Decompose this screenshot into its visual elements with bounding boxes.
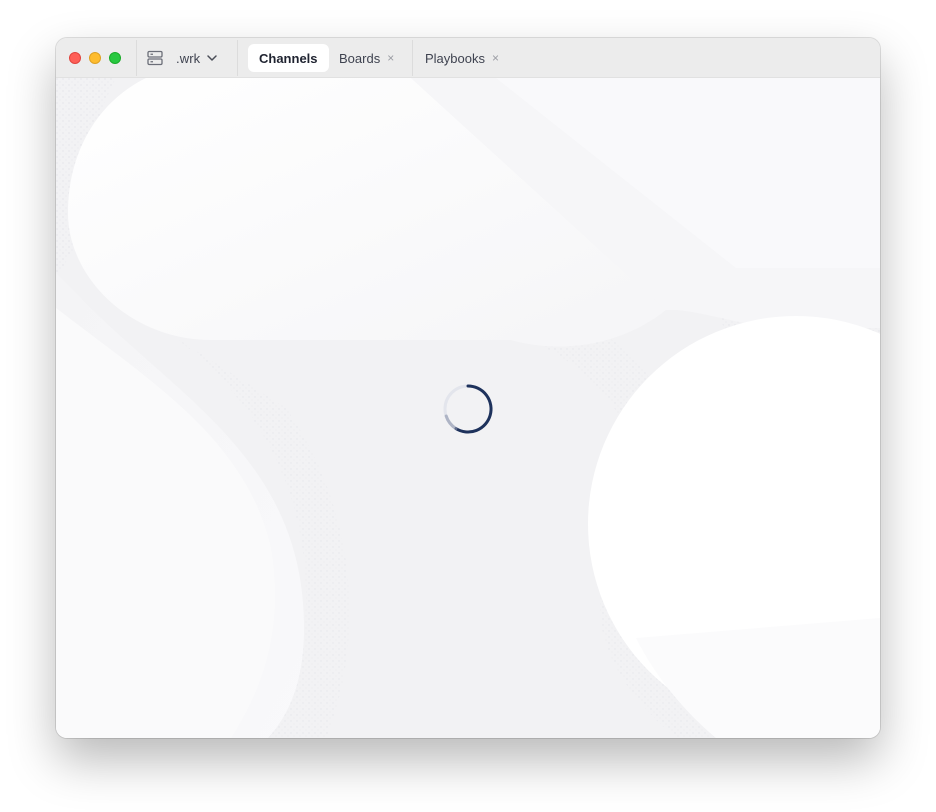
tab-label: Boards [339,50,381,66]
title-bar[interactable]: .wrk Channels Boards × Playbooks × [56,38,880,78]
divider [136,40,137,76]
divider [412,40,413,76]
tab-label: Playbooks [425,50,485,66]
minimize-window-button[interactable] [89,52,101,64]
tab-label: Channels [259,50,318,66]
close-window-button[interactable] [69,52,81,64]
server-name: .wrk [176,50,201,66]
close-icon[interactable]: × [387,52,394,64]
server-selector[interactable]: .wrk [142,44,222,72]
app-window: .wrk Channels Boards × Playbooks × [56,38,880,738]
divider [237,40,238,76]
loading-screen [56,78,880,738]
chevron-down-icon [207,55,217,61]
loading-spinner-icon [443,384,493,434]
maximize-window-button[interactable] [109,52,121,64]
tab-boards[interactable]: Boards × [339,44,394,72]
server-icon [147,50,163,66]
tab-channels[interactable]: Channels [248,44,329,72]
close-icon[interactable]: × [492,52,499,64]
tab-playbooks[interactable]: Playbooks × [425,44,499,72]
